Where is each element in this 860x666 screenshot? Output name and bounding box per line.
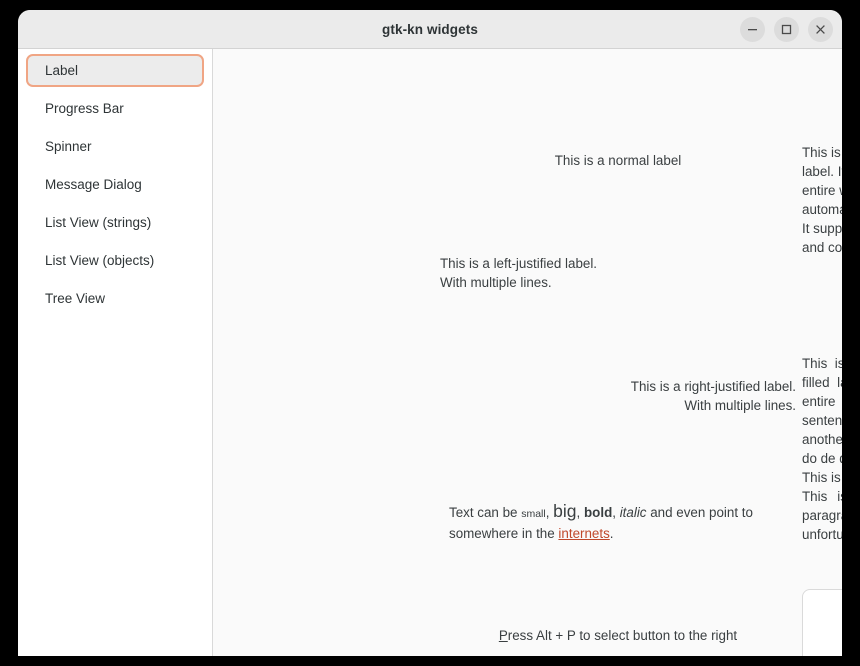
markup-sep2: , <box>576 505 584 520</box>
markup-label: Text can be small, big, bold, italic and… <box>449 502 789 543</box>
line-wrapped-filled-label: This is an example of a line-wrapped, fi… <box>802 356 842 542</box>
normal-label: This is a normal label <box>554 153 682 168</box>
content-area: This is a normal label This is a left-ju… <box>213 49 842 656</box>
sidebar-item-message-dialog[interactable]: Message Dialog <box>26 168 204 201</box>
markup-italic: italic <box>619 505 647 520</box>
mnemonic-label: Press Alt + P to select button to the ri… <box>440 626 796 645</box>
close-icon <box>816 24 825 34</box>
left-justified-label: This is a left-justified label. With mul… <box>440 256 598 290</box>
right-justified-label: This is a right-justified label. With mu… <box>630 379 796 413</box>
markup-big: big <box>553 501 577 521</box>
maximize-button[interactable] <box>774 16 799 42</box>
sidebar-item-list-view-strings[interactable]: List View (strings) <box>26 206 204 239</box>
window-title: gtk-kn widgets <box>382 21 478 37</box>
sidebar-item-list-view-objects[interactable]: List View (objects) <box>26 244 204 277</box>
sidebar-item-label[interactable]: Label <box>26 54 204 87</box>
sidebar-item-progress-bar[interactable]: Progress Bar <box>26 92 204 125</box>
window-controls <box>740 10 833 48</box>
mnemonic-accel-char: P <box>498 628 508 643</box>
mnemonic-rest: ress Alt + P to select button to the rig… <box>507 628 738 643</box>
window-body: Label Progress Bar Spinner Message Dialo… <box>18 49 842 656</box>
line-wrapped-label: This is an example of a line-wrapped lab… <box>802 145 842 255</box>
internets-link[interactable]: internets <box>558 526 609 541</box>
markup-small: small <box>521 508 546 520</box>
maximize-icon <box>781 24 792 34</box>
app-window: gtk-kn widgets Label Progress Bar Spinne… <box>18 10 842 656</box>
sidebar-item-tree-view[interactable]: Tree View <box>26 282 204 315</box>
markup-bold: bold <box>583 505 613 520</box>
it-does-nothing-button[interactable]: It does nothing <box>802 589 842 656</box>
minimize-icon <box>748 28 757 30</box>
sidebar: Label Progress Bar Spinner Message Dialo… <box>18 49 213 656</box>
close-button[interactable] <box>808 16 833 42</box>
sidebar-item-spinner[interactable]: Spinner <box>26 130 204 163</box>
minimize-button[interactable] <box>740 16 765 42</box>
markup-text-part1: Text can be <box>449 505 522 520</box>
markup-sep3: , <box>612 505 620 520</box>
markup-text-part3: . <box>609 526 614 541</box>
title-bar: gtk-kn widgets <box>18 10 842 49</box>
